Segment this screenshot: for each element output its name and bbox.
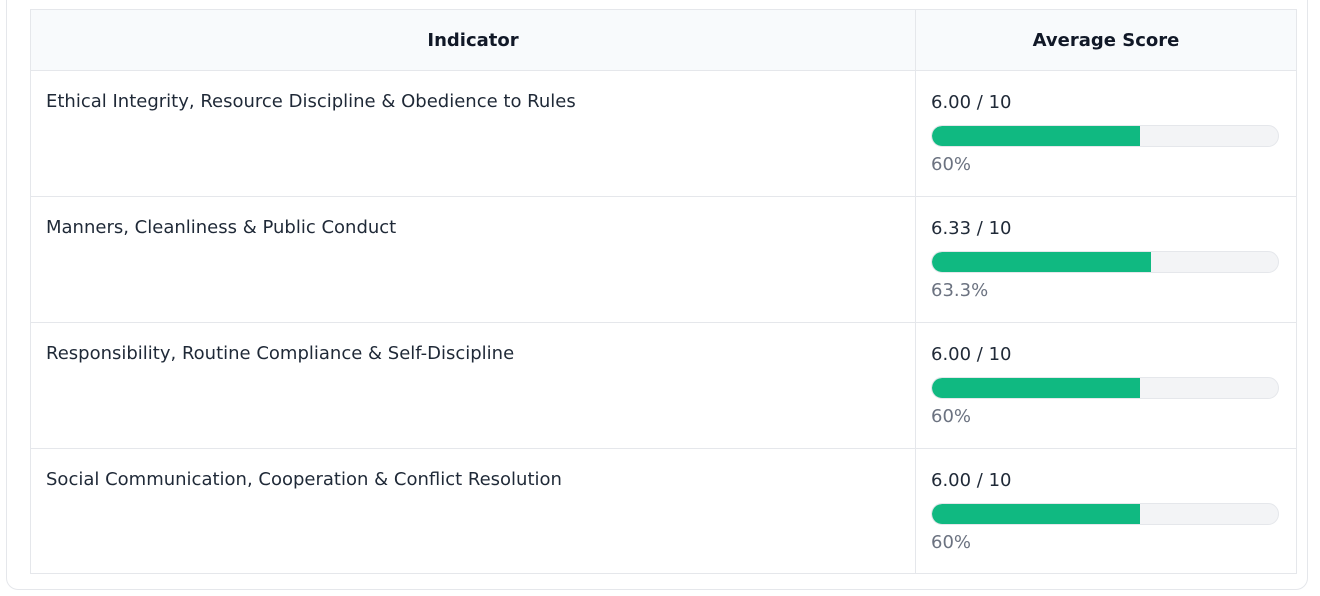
score-cell: 6.00 / 10 60% (915, 448, 1297, 574)
score-cell: 6.33 / 10 63.3% (915, 196, 1297, 323)
score-percent: 60% (931, 154, 972, 175)
score-progress-fill (932, 252, 1152, 272)
indicator-scores-table: Indicator Average Score Ethical Integrit… (30, 9, 1297, 574)
score-progress-fill (932, 378, 1140, 398)
score-cell: 6.00 / 10 60% (915, 70, 1297, 197)
score-value: 6.00 / 10 (931, 92, 1012, 113)
table-row: Responsibility, Routine Compliance & Sel… (30, 322, 1297, 449)
score-progress-fill (932, 504, 1140, 524)
table-header-row: Indicator Average Score (30, 9, 1297, 71)
indicator-name: Ethical Integrity, Resource Discipline &… (30, 70, 916, 197)
score-percent: 60% (931, 406, 972, 427)
table-row: Ethical Integrity, Resource Discipline &… (30, 70, 1297, 197)
table-row: Manners, Cleanliness & Public Conduct 6.… (30, 196, 1297, 323)
score-value: 6.33 / 10 (931, 218, 1012, 239)
score-value: 6.00 / 10 (931, 470, 1012, 491)
score-cell: 6.00 / 10 60% (915, 322, 1297, 449)
indicator-name: Manners, Cleanliness & Public Conduct (30, 196, 916, 323)
indicator-name: Social Communication, Cooperation & Conf… (30, 448, 916, 574)
indicator-name: Responsibility, Routine Compliance & Sel… (30, 322, 916, 449)
score-percent: 63.3% (931, 280, 989, 301)
score-progress-bar (931, 125, 1279, 147)
indicator-column-header: Indicator (30, 9, 916, 71)
score-progress-fill (932, 126, 1140, 146)
score-value: 6.00 / 10 (931, 344, 1012, 365)
table-row: Social Communication, Cooperation & Conf… (30, 448, 1297, 574)
score-progress-bar (931, 251, 1279, 273)
score-percent: 60% (931, 532, 972, 553)
score-progress-bar (931, 503, 1279, 525)
average-score-column-header: Average Score (915, 9, 1297, 71)
score-progress-bar (931, 377, 1279, 399)
